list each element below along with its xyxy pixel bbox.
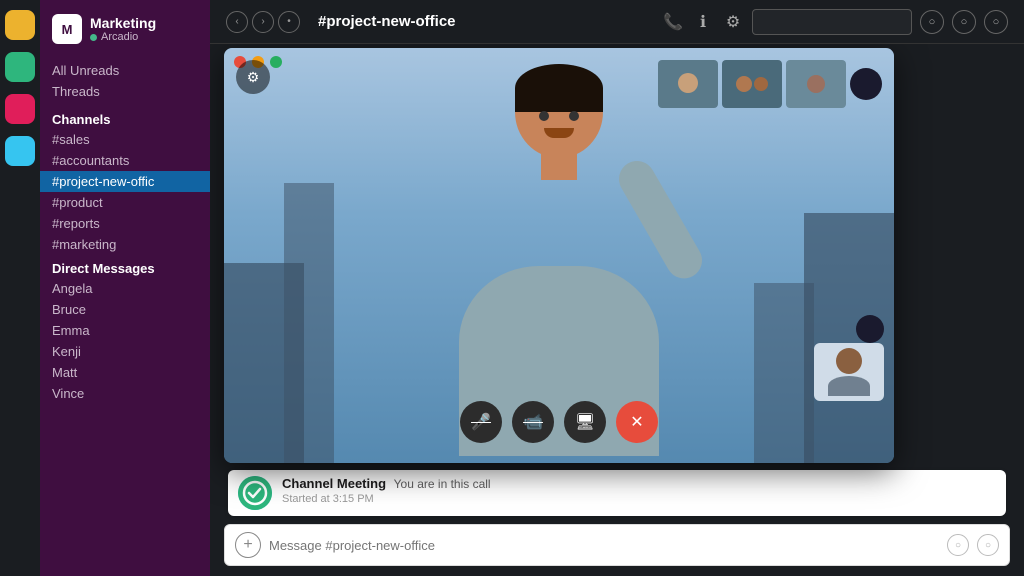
gear-icon[interactable]: ⚙ [722, 12, 744, 32]
camera-button[interactable]: 📹 [512, 401, 554, 443]
channels-label: Channels [40, 106, 210, 129]
window-maximize-button[interactable] [270, 56, 282, 68]
message-item: Channel Meeting You are in this call Sta… [228, 470, 1006, 516]
workspace-icon-2[interactable] [5, 52, 35, 82]
messages-area: Channel Meeting You are in this call Sta… [224, 466, 1010, 516]
channel-title: #project-new-office [318, 13, 652, 30]
online-indicator [90, 34, 97, 41]
message-time: Started at 3:15 PM [282, 493, 996, 505]
sidebar-item-product[interactable]: #product [40, 192, 210, 213]
emoji-button[interactable]: ○ [947, 534, 969, 556]
topbar: ‹ › • #project-new-office 📞 ℹ ⚙ ○ ○ ○ [210, 0, 1024, 44]
sidebar-item-accountants[interactable]: #accountants [40, 150, 210, 171]
screen-share-button[interactable]: 🖥 [564, 401, 606, 443]
phone-icon[interactable]: 📞 [662, 12, 684, 32]
workspace-icon-1[interactable] [5, 10, 35, 40]
mute-button[interactable]: 🎤 [460, 401, 502, 443]
workspace-logo: M [52, 14, 82, 44]
nav-dot-button[interactable]: • [278, 11, 300, 33]
nav-forward-button[interactable]: › [252, 11, 274, 33]
sidebar-item-threads[interactable]: Threads [40, 81, 210, 102]
input-bar: + ○ ○ [224, 524, 1010, 566]
thumbnail-container [658, 60, 882, 108]
video-controls-bar: 🎤 📹 🖥 ✕ [460, 401, 658, 443]
video-thumb-3 [786, 60, 846, 108]
chat-content: ⚙ [210, 44, 1024, 576]
workspace-icon-3[interactable] [5, 94, 35, 124]
topbar-circle-3[interactable]: ○ [984, 10, 1008, 34]
dm-matt[interactable]: Matt [40, 362, 210, 383]
search-input[interactable] [752, 9, 912, 35]
nav-section: All Unreads Threads [40, 52, 210, 106]
message-avatar [238, 476, 272, 510]
workspace-info: Marketing Arcadio [90, 15, 156, 44]
sidebar: M Marketing Arcadio All Unreads Threads … [40, 0, 210, 576]
dm-label: Direct Messages [40, 255, 210, 278]
sidebar-item-project-new-office[interactable]: #project-new-offic [40, 171, 210, 192]
gear-icon: ⚙ [247, 69, 260, 86]
person-silhouette [399, 56, 719, 456]
nav-buttons: ‹ › • [226, 11, 300, 33]
video-thumb-bottom-right [814, 343, 884, 401]
message-title: Channel Meeting You are in this call [282, 476, 996, 491]
app-icon-strip [0, 0, 40, 576]
dark-circle-top [850, 68, 882, 100]
video-thumb-1 [658, 60, 718, 108]
video-thumb-2 [722, 60, 782, 108]
workspace-user: Arcadio [90, 31, 156, 43]
dm-list: Angela Bruce Emma Kenji Matt Vince [40, 278, 210, 404]
dm-vince[interactable]: Vince [40, 383, 210, 404]
message-input[interactable] [269, 538, 939, 553]
info-icon[interactable]: ℹ [692, 12, 714, 32]
dm-bruce[interactable]: Bruce [40, 299, 210, 320]
sidebar-item-sales[interactable]: #sales [40, 129, 210, 150]
workspace-header: M Marketing Arcadio [40, 0, 210, 52]
main-area: ‹ › • #project-new-office 📞 ℹ ⚙ ○ ○ ○ [210, 0, 1024, 576]
topbar-circle-2[interactable]: ○ [952, 10, 976, 34]
end-call-button[interactable]: ✕ [616, 401, 658, 443]
sidebar-item-all-unreads[interactable]: All Unreads [40, 60, 210, 81]
channels-list: #sales #accountants #project-new-offic #… [40, 129, 210, 255]
message-content: Channel Meeting You are in this call Sta… [282, 476, 996, 505]
dm-angela[interactable]: Angela [40, 278, 210, 299]
video-call-overlay: ⚙ [224, 48, 894, 463]
sidebar-item-marketing[interactable]: #marketing [40, 234, 210, 255]
workspace-icon-4[interactable] [5, 136, 35, 166]
topbar-circle-1[interactable]: ○ [920, 10, 944, 34]
topbar-actions: 📞 ℹ ⚙ ○ ○ ○ [662, 9, 1008, 35]
format-button[interactable]: ○ [977, 534, 999, 556]
sidebar-item-reports[interactable]: #reports [40, 213, 210, 234]
nav-back-button[interactable]: ‹ [226, 11, 248, 33]
input-right-icons: ○ ○ [947, 534, 999, 556]
message-subtitle: You are in this call [394, 477, 491, 491]
workspace-name: Marketing [90, 15, 156, 32]
video-settings-button[interactable]: ⚙ [236, 60, 270, 94]
dark-circle-bottom [856, 315, 884, 343]
dm-emma[interactable]: Emma [40, 320, 210, 341]
dm-kenji[interactable]: Kenji [40, 341, 210, 362]
add-attachment-button[interactable]: + [235, 532, 261, 558]
